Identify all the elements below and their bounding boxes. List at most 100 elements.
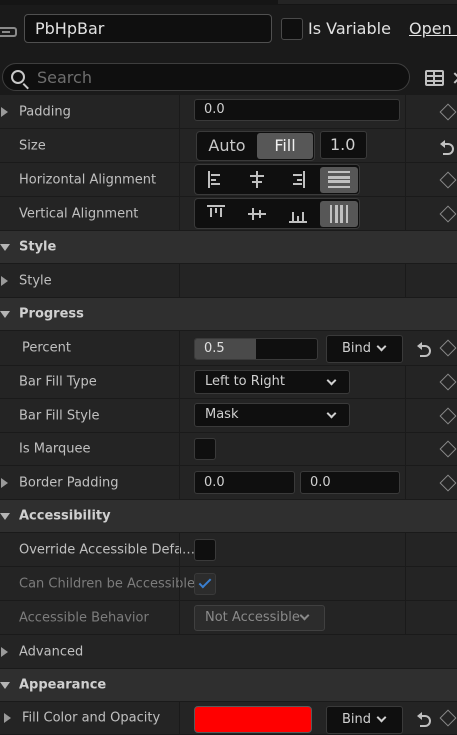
- open-link[interactable]: Open l: [409, 19, 457, 38]
- keyframe-diamond-icon[interactable]: [439, 205, 457, 222]
- size-fill-option[interactable]: Fill: [257, 133, 313, 159]
- accessibility-section-header[interactable]: Accessibility: [0, 500, 457, 533]
- fill-color-bind-button[interactable]: Bind: [326, 706, 403, 734]
- border-padding-x-input[interactable]: 0.0: [194, 471, 295, 494]
- align-fill-icon[interactable]: [320, 167, 358, 193]
- border-padding-row: Border Padding 0.0 0.0: [0, 466, 457, 500]
- reset-to-default-icon[interactable]: [417, 710, 433, 727]
- expand-arrow-icon[interactable]: [1, 477, 8, 488]
- vertical-alignment-toggle[interactable]: [194, 198, 360, 229]
- details-header: PbHpBar Is Variable Open l: [0, 5, 457, 59]
- override-accessible-row: Override Accessible Defa…: [0, 533, 457, 567]
- align-top-icon[interactable]: [197, 201, 235, 227]
- padding-label: Padding: [19, 104, 71, 119]
- override-accessible-checkbox[interactable]: [194, 538, 216, 561]
- bar-fill-style-label: Bar Fill Style: [19, 408, 100, 423]
- bar-fill-style-value: Mask: [205, 407, 239, 422]
- keyframe-diamond-icon[interactable]: [439, 103, 457, 120]
- percent-slider[interactable]: 0.5: [194, 338, 318, 360]
- chevron-right-icon[interactable]: [449, 72, 457, 84]
- align-center-icon[interactable]: [238, 167, 276, 193]
- align-middle-icon[interactable]: [238, 201, 276, 227]
- keyframe-diamond-icon[interactable]: [439, 474, 457, 491]
- keyframe-diamond-icon[interactable]: [439, 171, 457, 188]
- style-section-title: Style: [19, 239, 57, 255]
- horizontal-alignment-label: Horizontal Alignment: [19, 172, 157, 187]
- align-bottom-icon[interactable]: [279, 201, 317, 227]
- can-children-row: Can Children be Accessible: [0, 567, 457, 601]
- override-accessible-label: Override Accessible Defa…: [19, 542, 196, 557]
- expand-arrow-icon[interactable]: [1, 646, 8, 657]
- keyframe-diamond-icon[interactable]: [439, 709, 457, 727]
- size-row: Size Auto Fill 1.0: [0, 129, 457, 163]
- fill-color-row: Fill Color and Opacity Bind: [0, 702, 457, 735]
- bar-fill-type-row: Bar Fill Type Left to Right: [0, 366, 457, 399]
- accessible-behavior-label: Accessible Behavior: [19, 610, 149, 625]
- style-section-header[interactable]: Style: [0, 231, 457, 264]
- accessible-behavior-row: Accessible Behavior Not Accessible: [0, 601, 457, 635]
- bar-fill-type-dropdown[interactable]: Left to Right: [194, 370, 350, 394]
- percent-label: Percent: [22, 340, 71, 356]
- accessibility-section-title: Accessibility: [19, 508, 111, 524]
- search-icon: [11, 70, 25, 84]
- size-auto-option[interactable]: Auto: [199, 133, 255, 159]
- keyframe-diamond-icon[interactable]: [439, 440, 457, 458]
- border-padding-y-input[interactable]: 0.0: [300, 471, 400, 494]
- bind-label: Bind: [342, 341, 372, 356]
- progress-section-title: Progress: [19, 306, 84, 322]
- can-children-checkbox[interactable]: [194, 572, 216, 595]
- collapse-arrow-icon[interactable]: [0, 244, 10, 251]
- reset-to-default-icon[interactable]: [440, 138, 456, 155]
- fill-color-label: Fill Color and Opacity: [22, 710, 161, 726]
- keyframe-diamond-icon[interactable]: [439, 407, 457, 424]
- advanced-section-title: Advanced: [19, 644, 84, 659]
- accessible-behavior-value: Not Accessible: [205, 610, 300, 625]
- chevron-down-icon: [326, 408, 337, 419]
- percent-bind-button[interactable]: Bind: [326, 335, 403, 363]
- keyframe-diamond-icon[interactable]: [439, 339, 457, 357]
- property-matrix-icon[interactable]: [425, 70, 444, 86]
- widget-name-input[interactable]: PbHpBar: [24, 14, 272, 43]
- style-label: Style: [19, 273, 52, 288]
- collapse-arrow-icon[interactable]: [0, 682, 10, 689]
- is-variable-checkbox[interactable]: [281, 18, 303, 40]
- appearance-section-title: Appearance: [19, 677, 107, 693]
- top-strip-tab: [278, 0, 457, 4]
- align-vfill-icon[interactable]: [320, 201, 358, 227]
- padding-input[interactable]: 0.0: [194, 99, 400, 121]
- is-marquee-label: Is Marquee: [19, 441, 91, 457]
- bar-fill-style-row: Bar Fill Style Mask: [0, 399, 457, 433]
- search-input[interactable]: Search: [2, 63, 410, 91]
- size-rule-toggle[interactable]: Auto Fill: [196, 131, 315, 161]
- is-marquee-row: Is Marquee: [0, 433, 457, 466]
- align-right-icon[interactable]: [279, 167, 317, 193]
- horizontal-alignment-row: Horizontal Alignment: [0, 163, 457, 197]
- appearance-section-header[interactable]: Appearance: [0, 669, 457, 702]
- search-placeholder: Search: [37, 68, 92, 87]
- keyframe-diamond-icon[interactable]: [439, 373, 457, 391]
- fill-color-swatch[interactable]: [194, 706, 312, 733]
- progress-section-header[interactable]: Progress: [0, 298, 457, 331]
- size-value-input[interactable]: 1.0: [320, 131, 367, 159]
- search-bar: Search: [0, 59, 457, 95]
- horizontal-alignment-toggle[interactable]: [194, 164, 360, 195]
- accessible-behavior-dropdown[interactable]: Not Accessible: [194, 605, 325, 631]
- collapse-arrow-icon[interactable]: [0, 311, 10, 318]
- size-label: Size: [19, 138, 46, 153]
- expand-arrow-icon[interactable]: [4, 713, 11, 723]
- align-left-icon[interactable]: [197, 167, 235, 193]
- is-marquee-checkbox[interactable]: [194, 438, 216, 460]
- advanced-section-header[interactable]: Advanced: [0, 635, 457, 669]
- expand-arrow-icon[interactable]: [1, 106, 8, 117]
- chevron-down-icon: [376, 341, 387, 352]
- can-children-label: Can Children be Accessible: [19, 576, 195, 591]
- expand-arrow-icon[interactable]: [1, 275, 8, 286]
- check-icon: [198, 575, 212, 588]
- bar-fill-style-dropdown[interactable]: Mask: [194, 403, 350, 427]
- bar-fill-type-label: Bar Fill Type: [19, 374, 97, 390]
- chevron-down-icon: [376, 712, 387, 723]
- reset-to-default-icon[interactable]: [417, 340, 433, 357]
- collapse-arrow-icon[interactable]: [0, 513, 10, 520]
- style-row: Style: [0, 264, 457, 298]
- vertical-alignment-row: Vertical Alignment: [0, 197, 457, 231]
